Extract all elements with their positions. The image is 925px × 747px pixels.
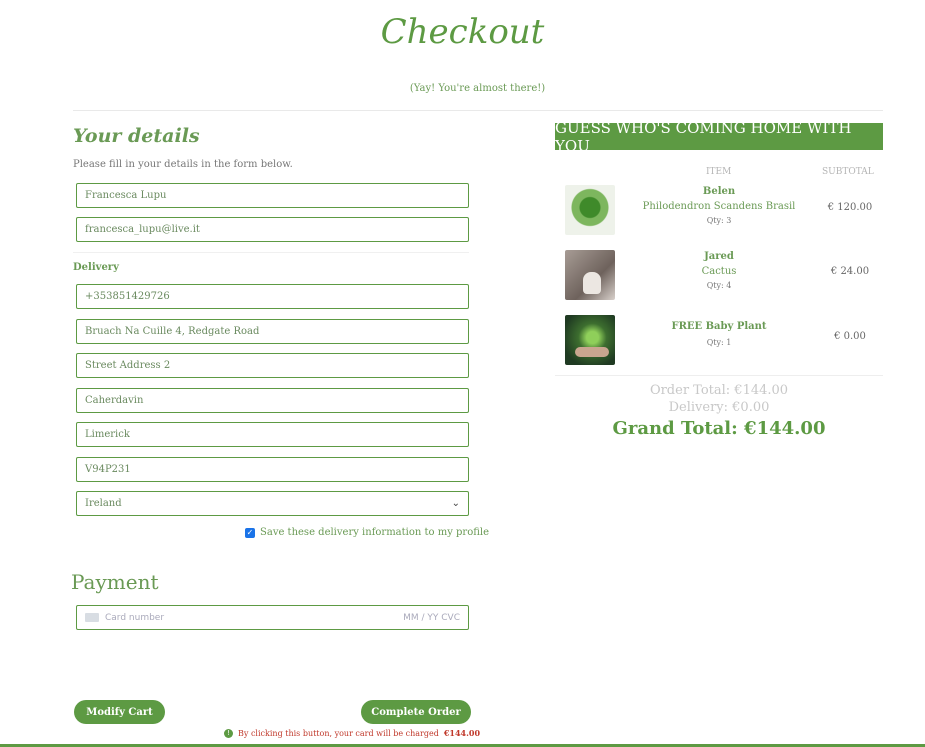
county-value: Limerick (85, 429, 130, 440)
email-value: francesca_lupu@live.it (85, 224, 200, 235)
item-quantity: Qty: 3 (706, 216, 732, 225)
country-select[interactable]: Ireland ⌄ (76, 491, 469, 516)
delivery-divider (73, 252, 469, 253)
town-value: Caherdavin (85, 395, 144, 406)
county-field[interactable]: Limerick (76, 422, 469, 447)
complete-order-button[interactable]: Complete Order (361, 700, 471, 724)
card-number-placeholder: Card number (105, 612, 165, 623)
full-name-value: Francesca Lupu (85, 190, 167, 201)
item-description: Philodendron Scandens Brasil (642, 201, 796, 212)
cart-item: Jared Cactus Qty: 4 € 24.00 (565, 250, 883, 302)
page-subtitle: (Yay! You're almost there!) (409, 83, 546, 94)
cart-item: FREE Baby Plant Qty: 1 € 0.00 (565, 315, 883, 367)
column-header-item: ITEM (706, 167, 732, 177)
save-info-checkbox[interactable]: ✓ (245, 527, 255, 538)
summary-banner: GUESS WHO'S COMING HOME WITH YOU (555, 119, 883, 155)
card-icon (85, 613, 99, 622)
charge-amount: €144.00 (443, 728, 481, 738)
phone-value: +353851429726 (85, 291, 170, 302)
item-subtotal: € 0.00 (834, 331, 866, 342)
grand-total: Grand Total: €144.00 (612, 418, 826, 439)
save-info-row[interactable]: ✓ Save these delivery information to my … (245, 527, 489, 538)
details-heading: Your details (73, 125, 200, 147)
postcode-field[interactable]: V94P231 (76, 457, 469, 482)
details-help-text: Please fill in your details in the form … (73, 159, 293, 170)
street-address-2-placeholder: Street Address 2 (85, 360, 171, 371)
charge-note: ! By clicking this button, your card wil… (224, 728, 480, 738)
town-field[interactable]: Caherdavin (76, 388, 469, 413)
country-value: Ireland (85, 498, 122, 509)
summary-divider (555, 375, 883, 376)
payment-heading: Payment (71, 570, 159, 594)
postcode-value: V94P231 (85, 464, 131, 475)
product-image (565, 315, 615, 365)
info-icon: ! (224, 728, 233, 738)
item-quantity: Qty: 4 (706, 281, 732, 290)
chevron-down-icon: ⌄ (451, 498, 460, 509)
delivery-total: Delivery: €0.00 (668, 400, 770, 415)
delivery-label: Delivery (73, 262, 119, 273)
product-image (565, 185, 615, 235)
email-field[interactable]: francesca_lupu@live.it (76, 217, 469, 242)
item-description: Cactus (701, 266, 737, 277)
save-info-label: Save these delivery information to my pr… (260, 527, 490, 538)
full-name-field[interactable]: Francesca Lupu (76, 183, 469, 208)
item-name: Jared (704, 251, 734, 262)
card-input[interactable]: Card number MM / YY CVC (76, 605, 469, 630)
page-title: Checkout (380, 12, 545, 52)
item-name: FREE Baby Plant (671, 321, 767, 332)
item-subtotal: € 120.00 (827, 202, 873, 213)
card-expiry-cvc-placeholder: MM / YY CVC (403, 612, 460, 623)
modify-cart-button[interactable]: Modify Cart (74, 700, 165, 724)
header-divider (73, 110, 883, 111)
cart-item: Belen Philodendron Scandens Brasil Qty: … (565, 185, 883, 237)
order-total: Order Total: €144.00 (649, 383, 789, 398)
product-image (565, 250, 615, 300)
column-header-subtotal: SUBTOTAL (822, 167, 874, 177)
street-address-1-field[interactable]: Bruach Na Cuille 4, Redgate Road (76, 319, 469, 344)
item-quantity: Qty: 1 (706, 338, 732, 347)
check-icon: ✓ (246, 527, 254, 537)
street-address-1-value: Bruach Na Cuille 4, Redgate Road (85, 326, 260, 337)
item-name: Belen (702, 186, 736, 197)
charge-note-text: By clicking this button, your card will … (238, 728, 439, 738)
item-subtotal: € 24.00 (830, 266, 870, 277)
phone-field[interactable]: +353851429726 (76, 284, 469, 309)
street-address-2-field[interactable]: Street Address 2 (76, 353, 469, 378)
